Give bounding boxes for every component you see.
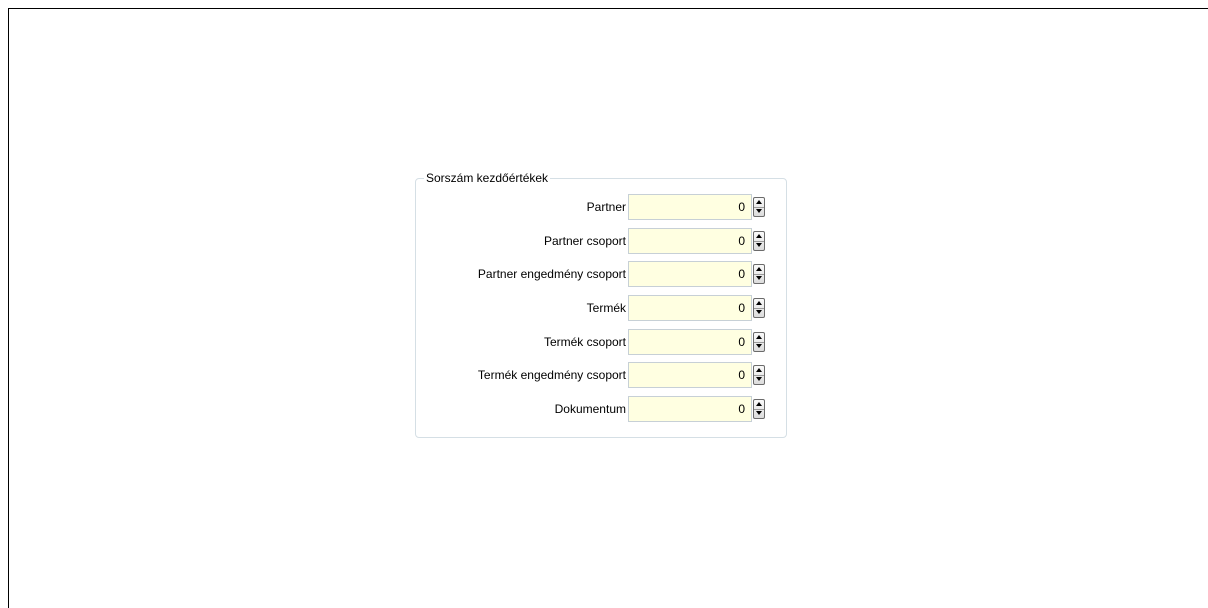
field-label: Partner csoport: [543, 234, 626, 248]
field-row-product: Termék 0: [416, 295, 776, 321]
product-group-spinner[interactable]: [753, 332, 765, 352]
partner-input[interactable]: 0: [628, 194, 752, 220]
field-row-partner-group: Partner csoport 0: [416, 228, 776, 254]
partner-group-spinner[interactable]: [753, 231, 765, 251]
spin-down-arrow-icon[interactable]: [754, 409, 764, 418]
field-label: Termék engedmény csoport: [477, 368, 626, 382]
field-label: Partner engedmény csoport: [477, 267, 626, 281]
product-input[interactable]: 0: [628, 295, 752, 321]
spin-down-arrow-icon[interactable]: [754, 274, 764, 283]
partner-discount-group-spinner[interactable]: [753, 264, 765, 284]
spin-down-arrow-icon[interactable]: [754, 375, 764, 384]
product-spinner[interactable]: [753, 298, 765, 318]
field-label: Partner: [586, 200, 626, 214]
field-label: Termék csoport: [543, 335, 626, 349]
field-label: Termék: [586, 301, 626, 315]
product-discount-group-spinner[interactable]: [753, 365, 765, 385]
field-row-partner: Partner 0: [416, 194, 776, 220]
spin-down-arrow-icon[interactable]: [754, 207, 764, 216]
partner-discount-group-input[interactable]: 0: [628, 261, 752, 287]
product-group-input[interactable]: 0: [628, 329, 752, 355]
spin-down-arrow-icon[interactable]: [754, 308, 764, 317]
partner-group-input[interactable]: 0: [628, 228, 752, 254]
field-row-partner-discount-group: Partner engedmény csoport 0: [416, 261, 776, 287]
partner-spinner[interactable]: [753, 197, 765, 217]
groupbox-title: Sorszám kezdőértékek: [424, 171, 551, 185]
field-row-product-discount-group: Termék engedmény csoport 0: [416, 362, 776, 388]
product-discount-group-input[interactable]: 0: [628, 362, 752, 388]
document-spinner[interactable]: [753, 399, 765, 419]
spin-down-arrow-icon[interactable]: [754, 241, 764, 250]
field-label: Dokumentum: [554, 402, 626, 416]
document-input[interactable]: 0: [628, 396, 752, 422]
field-row-document: Dokumentum 0: [416, 396, 776, 422]
spin-down-arrow-icon[interactable]: [754, 342, 764, 351]
field-row-product-group: Termék csoport 0: [416, 329, 776, 355]
